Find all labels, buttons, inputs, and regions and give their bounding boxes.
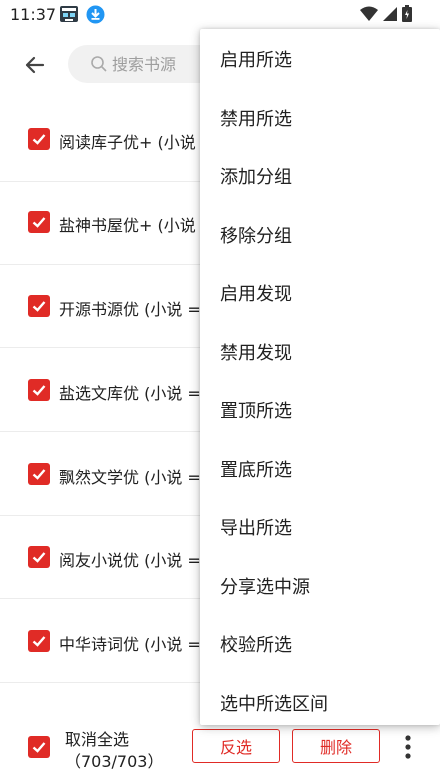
source-name: 盐选文库优 (小说 =: [59, 384, 201, 403]
source-checkbox[interactable]: [28, 630, 50, 652]
more-options-button[interactable]: [398, 734, 418, 760]
menu-item-pin-top[interactable]: 置顶所选: [200, 381, 440, 439]
status-time: 11:37: [10, 5, 57, 24]
check-icon: [32, 552, 46, 563]
battery-icon: [402, 5, 412, 26]
bottom-action-bar: 取消全选 （703/703） 反选 删除: [0, 720, 440, 782]
select-all-label[interactable]: 取消全选: [65, 726, 129, 750]
menu-item-enable-discovery[interactable]: 启用发现: [200, 264, 440, 322]
select-all-checkbox[interactable]: [28, 736, 50, 758]
menu-item-verify-selected[interactable]: 校验所选: [200, 615, 440, 673]
delete-button[interactable]: 删除: [292, 729, 380, 763]
menu-item-select-range[interactable]: 选中所选区间: [200, 674, 440, 725]
more-vert-icon: [405, 735, 411, 759]
overflow-menu: 启用所选 禁用所选 添加分组 移除分组 启用发现 禁用发现 置顶所选 置底所选 …: [200, 29, 440, 725]
menu-item-disable-selected[interactable]: 禁用所选: [200, 89, 440, 147]
search-icon: [91, 56, 107, 72]
check-icon: [32, 217, 46, 228]
check-icon: [32, 301, 46, 312]
source-name: 阅友小说优 (小说 =: [59, 551, 201, 570]
source-checkbox[interactable]: [28, 546, 50, 568]
check-icon: [32, 742, 46, 753]
menu-item-add-group[interactable]: 添加分组: [200, 147, 440, 205]
app-notification-icon: [59, 5, 79, 23]
source-name: 中华诗词优 (小说 =: [59, 635, 201, 654]
back-button[interactable]: [20, 50, 50, 80]
source-checkbox[interactable]: [28, 211, 50, 233]
check-icon: [32, 385, 46, 396]
source-checkbox[interactable]: [28, 295, 50, 317]
check-icon: [32, 134, 46, 145]
menu-item-enable-selected[interactable]: 启用所选: [200, 30, 440, 88]
status-bar: 11:37: [0, 0, 440, 30]
source-checkbox[interactable]: [28, 463, 50, 485]
status-icons: [360, 5, 412, 26]
selection-count: （703/703）: [65, 752, 164, 771]
signal-icon: [382, 6, 398, 26]
source-name: 阅读库子优+ (小说 =: [59, 133, 215, 152]
menu-item-disable-discovery[interactable]: 禁用发现: [200, 323, 440, 381]
download-notification-icon: [86, 5, 105, 24]
menu-item-share-selected[interactable]: 分享选中源: [200, 557, 440, 615]
source-checkbox[interactable]: [28, 379, 50, 401]
check-icon: [32, 469, 46, 480]
menu-item-pin-bottom[interactable]: 置底所选: [200, 440, 440, 498]
source-name: 开源书源优 (小说 =: [59, 300, 201, 319]
source-checkbox[interactable]: [28, 128, 50, 150]
menu-item-remove-group[interactable]: 移除分组: [200, 206, 440, 264]
check-icon: [32, 636, 46, 647]
wifi-icon: [360, 6, 378, 26]
invert-selection-button[interactable]: 反选: [192, 729, 280, 763]
menu-item-export-selected[interactable]: 导出所选: [200, 498, 440, 556]
source-name: 盐神书屋优+ (小说 =: [59, 216, 215, 235]
arrow-left-icon: [25, 56, 45, 74]
source-name: 飘然文学优 (小说 =: [59, 468, 201, 487]
